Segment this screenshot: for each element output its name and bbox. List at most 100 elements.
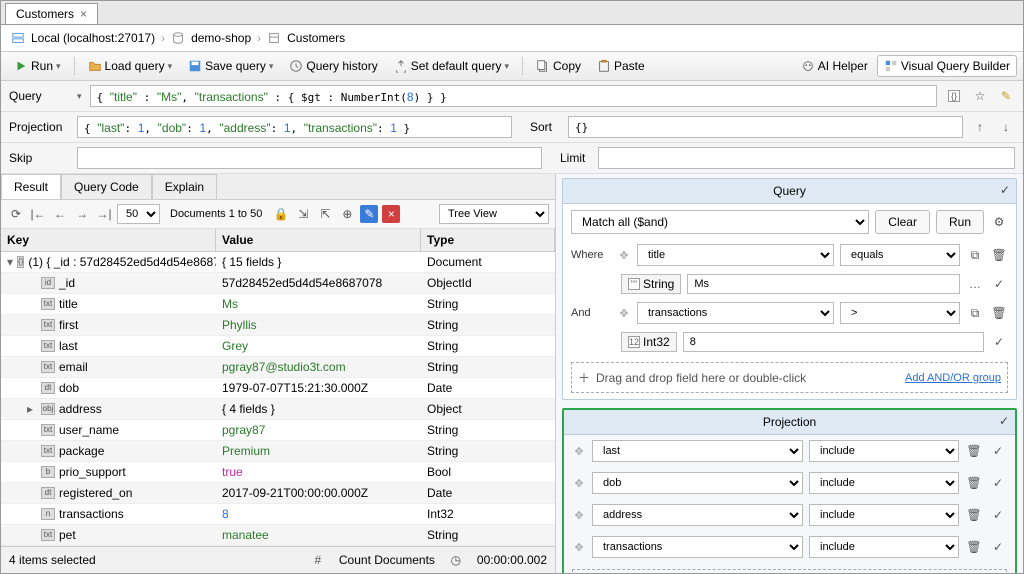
- visual-query-builder-button[interactable]: Visual Query Builder: [877, 55, 1017, 77]
- query-section-header[interactable]: Query ✓: [563, 179, 1016, 204]
- table-row[interactable]: txtuser_namepgray87String: [1, 420, 555, 441]
- check-icon[interactable]: ✓: [1000, 183, 1010, 197]
- projection-field-select[interactable]: last: [592, 440, 803, 462]
- drag-handle-icon[interactable]: ✥: [572, 444, 586, 458]
- projection-mode-select[interactable]: include: [809, 536, 959, 558]
- drop-area-projection[interactable]: ＋ Drag and drop fields here or double-cl…: [572, 569, 1007, 573]
- tab-query-code[interactable]: Query Code: [61, 174, 152, 199]
- operator-select[interactable]: equals: [840, 244, 960, 266]
- limit-input[interactable]: [598, 147, 1015, 169]
- projection-field-select[interactable]: address: [592, 504, 803, 526]
- add-doc-icon[interactable]: ⊕: [338, 205, 356, 223]
- trash-icon[interactable]: 🗑: [965, 474, 983, 492]
- paste-button[interactable]: Paste: [590, 55, 652, 77]
- import-icon[interactable]: ⇱: [316, 205, 334, 223]
- sort-input[interactable]: {}: [568, 116, 963, 138]
- check-icon[interactable]: ✓: [990, 333, 1008, 351]
- tab-explain[interactable]: Explain: [152, 174, 217, 199]
- match-mode-select[interactable]: Match all ($and): [571, 210, 869, 234]
- projection-mode-select[interactable]: include: [809, 440, 959, 462]
- query-input[interactable]: { "title" : "Ms", "transactions" : { $gt…: [90, 85, 937, 107]
- drag-handle-icon[interactable]: ✥: [617, 306, 631, 320]
- tab-result[interactable]: Result: [1, 174, 61, 199]
- table-row[interactable]: ▸objaddress{ 4 fields }Object: [1, 399, 555, 420]
- table-row[interactable]: id_id57d28452ed5d4d54e8687078ObjectId: [1, 273, 555, 294]
- save-query-button[interactable]: Save query▾: [181, 55, 280, 77]
- projection-mode-select[interactable]: include: [809, 504, 959, 526]
- last-page-icon[interactable]: →|: [95, 205, 113, 223]
- query-history-button[interactable]: Query history: [282, 55, 384, 77]
- gear-icon[interactable]: ⚙: [990, 213, 1008, 231]
- table-row[interactable]: txtpetmanateeString: [1, 525, 555, 546]
- prev-page-icon[interactable]: ←: [51, 205, 69, 223]
- projection-field-select[interactable]: transactions: [592, 536, 803, 558]
- drag-handle-icon[interactable]: ✥: [572, 540, 586, 554]
- field-select[interactable]: title: [637, 244, 834, 266]
- more-icon[interactable]: …: [966, 275, 984, 293]
- delete-icon[interactable]: ×: [382, 205, 400, 223]
- breadcrumb-conn[interactable]: Local (localhost:27017): [31, 31, 155, 45]
- next-page-icon[interactable]: →: [73, 205, 91, 223]
- refresh-icon[interactable]: ⟳: [7, 205, 25, 223]
- copy-clause-icon[interactable]: ⧉: [966, 246, 984, 264]
- value-input[interactable]: [683, 332, 984, 352]
- lock-icon[interactable]: 🔒: [272, 205, 290, 223]
- table-row[interactable]: ntransactions8Int32: [1, 504, 555, 525]
- table-row[interactable]: txtlastGreyString: [1, 336, 555, 357]
- first-page-icon[interactable]: |←: [29, 205, 47, 223]
- copy-clause-icon[interactable]: ⧉: [966, 304, 984, 322]
- run-button[interactable]: Run▾: [7, 55, 68, 77]
- expand-icon[interactable]: ▾: [7, 255, 13, 269]
- set-default-query-button[interactable]: Set default query▾: [387, 55, 516, 77]
- check-icon[interactable]: ✓: [989, 474, 1007, 492]
- check-icon[interactable]: ✓: [989, 538, 1007, 556]
- check-icon[interactable]: ✓: [999, 414, 1009, 428]
- breadcrumb-coll[interactable]: Customers: [287, 31, 345, 45]
- table-row[interactable]: bprio_supporttrueBool: [1, 462, 555, 483]
- clear-button[interactable]: Clear: [875, 210, 930, 234]
- grid-body[interactable]: ▾{}(1) { _id : 57d28452ed5d4d54e8687078 …: [1, 252, 555, 546]
- trash-icon[interactable]: 🗑: [965, 538, 983, 556]
- skip-input[interactable]: [77, 147, 542, 169]
- copy-button[interactable]: Copy: [529, 55, 588, 77]
- table-row[interactable]: txtfirstPhyllisString: [1, 315, 555, 336]
- table-row[interactable]: dtdob1979-07-07T15:21:30.000ZDate: [1, 378, 555, 399]
- check-icon[interactable]: ✓: [989, 506, 1007, 524]
- drag-handle-icon[interactable]: ✥: [617, 248, 631, 262]
- field-select[interactable]: transactions: [637, 302, 834, 324]
- run-button[interactable]: Run: [936, 210, 984, 234]
- trash-icon[interactable]: 🗑: [965, 506, 983, 524]
- edit-icon[interactable]: ✎: [360, 205, 378, 223]
- drop-area-query[interactable]: ＋ Drag and drop field here or double-cli…: [571, 362, 1008, 393]
- table-row[interactable]: dtregistered_on2017-09-21T00:00:00.000ZD…: [1, 483, 555, 504]
- count-documents-button[interactable]: Count Documents: [339, 553, 435, 567]
- sort-asc-icon[interactable]: ↑: [971, 118, 989, 136]
- check-icon[interactable]: ✓: [989, 442, 1007, 460]
- expand-icon[interactable]: ▸: [27, 402, 37, 416]
- clear-icon[interactable]: ✎: [997, 87, 1015, 105]
- view-mode-select[interactable]: Tree View: [439, 204, 549, 224]
- type-badge[interactable]: ""String: [621, 274, 681, 294]
- close-icon[interactable]: ×: [80, 7, 87, 21]
- projection-input[interactable]: { "last": 1, "dob": 1, "address": 1, "tr…: [77, 116, 512, 138]
- breadcrumb-db[interactable]: demo-shop: [191, 31, 251, 45]
- trash-icon[interactable]: 🗑: [965, 442, 983, 460]
- load-query-button[interactable]: Load query▾: [81, 55, 180, 77]
- projection-field-select[interactable]: dob: [592, 472, 803, 494]
- trash-icon[interactable]: 🗑: [990, 246, 1008, 264]
- page-size-select[interactable]: 50: [117, 204, 160, 224]
- drag-handle-icon[interactable]: ✥: [572, 508, 586, 522]
- chevron-down-icon[interactable]: ▾: [77, 91, 82, 102]
- export-icon[interactable]: ⇲: [294, 205, 312, 223]
- sort-desc-icon[interactable]: ↓: [997, 118, 1015, 136]
- star-icon[interactable]: ☆: [971, 87, 989, 105]
- tab-customers[interactable]: Customers ×: [5, 3, 98, 24]
- drag-handle-icon[interactable]: ✥: [572, 476, 586, 490]
- table-row-root[interactable]: ▾{}(1) { _id : 57d28452ed5d4d54e8687078 …: [1, 252, 555, 273]
- add-group-link[interactable]: Add AND/OR group: [905, 372, 1001, 384]
- table-row[interactable]: txttitleMsString: [1, 294, 555, 315]
- projection-section-header[interactable]: Projection ✓: [564, 410, 1015, 435]
- table-row[interactable]: txtpackagePremiumString: [1, 441, 555, 462]
- ai-helper-button[interactable]: AI Helper: [794, 55, 875, 77]
- trash-icon[interactable]: 🗑: [990, 304, 1008, 322]
